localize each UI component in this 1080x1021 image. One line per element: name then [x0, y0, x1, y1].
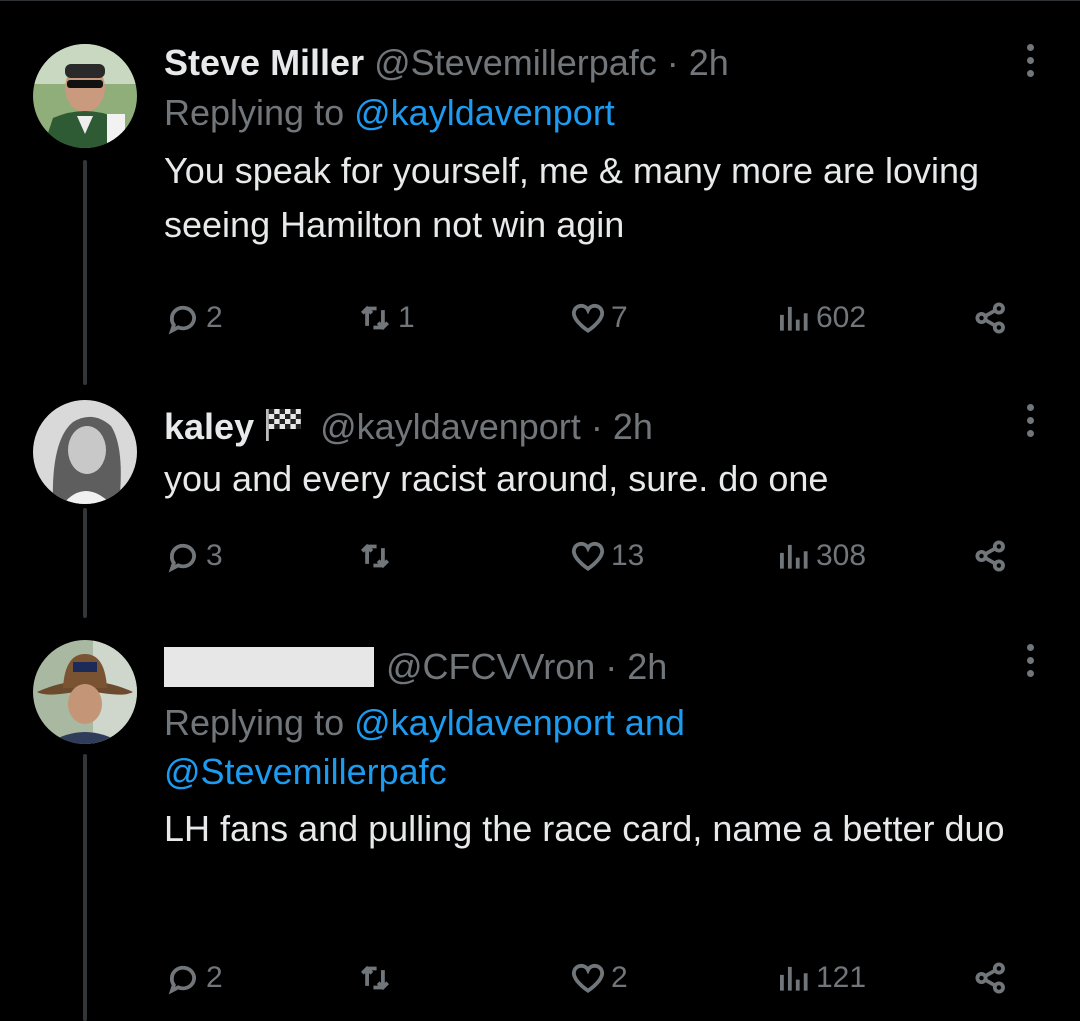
separator-dot: · — [666, 42, 679, 83]
checkered-flag-icon — [264, 407, 304, 450]
views-button[interactable]: 602 — [774, 296, 866, 340]
thread-connector — [83, 508, 87, 618]
thread-connector — [83, 160, 87, 385]
user-handle[interactable]: @CFCVVron — [386, 646, 595, 687]
reply-count: 2 — [206, 961, 223, 994]
like-button[interactable]: 2 — [569, 956, 628, 1000]
analytics-icon — [780, 544, 808, 569]
views-button[interactable]: 121 — [774, 956, 866, 1000]
retweet-icon — [360, 543, 390, 569]
reply-icon — [168, 543, 196, 573]
display-name[interactable]: Steve Miller — [164, 42, 364, 83]
view-count: 121 — [816, 961, 867, 994]
timestamp[interactable]: 2h — [627, 646, 667, 687]
share-button[interactable] — [972, 956, 1014, 1000]
like-button[interactable]: 7 — [569, 296, 628, 340]
reply-count: 2 — [206, 301, 223, 334]
share-button[interactable] — [972, 534, 1014, 578]
action-bar: 3 13 308 — [164, 534, 1024, 578]
avatar[interactable] — [33, 640, 137, 744]
analytics-icon — [780, 306, 808, 331]
retweet-icon — [360, 305, 390, 331]
share-icon — [975, 962, 1005, 994]
mention-link[interactable]: @kayldavenport and — [354, 702, 685, 743]
heart-icon — [571, 963, 605, 993]
thread-connector — [83, 754, 87, 1021]
redacted-display-name — [164, 647, 374, 687]
avatar[interactable] — [33, 400, 137, 504]
retweet-button[interactable]: 1 — [356, 296, 415, 340]
reply-count: 3 — [206, 539, 223, 572]
replying-to-line: Replying to @kayldavenport — [164, 92, 1020, 134]
user-handle[interactable]: @kayldavenport — [320, 406, 581, 447]
replying-to-line: Replying to @kayldavenport and @Stevemil… — [164, 702, 1020, 800]
display-name[interactable]: kaley — [164, 406, 254, 447]
user-handle[interactable]: @Stevemillerpafc — [374, 42, 657, 83]
share-icon — [975, 302, 1005, 334]
view-count: 602 — [816, 301, 867, 334]
tweet-text: You speak for yourself, me & many more a… — [164, 150, 980, 245]
replying-prefix: Replying to — [164, 702, 345, 743]
mention-link[interactable]: @kayldavenport — [354, 92, 615, 133]
timestamp[interactable]: 2h — [613, 406, 653, 447]
action-bar: 2 2 121 — [164, 956, 1024, 1000]
tweet-header: Steve Miller @Stevemillerpafc · 2h — [164, 42, 1020, 84]
more-options-icon[interactable] — [1020, 404, 1040, 444]
heart-icon — [571, 303, 605, 333]
retweet-button[interactable] — [356, 534, 398, 578]
reply-button[interactable]: 2 — [164, 956, 223, 1000]
like-count: 2 — [611, 961, 628, 994]
replying-prefix: Replying to — [164, 92, 345, 133]
analytics-icon — [780, 966, 808, 991]
like-button[interactable]: 13 — [569, 534, 644, 578]
tweet-header: @CFCVVron · 2h — [164, 646, 1020, 688]
like-count: 7 — [611, 301, 628, 334]
more-options-icon[interactable] — [1020, 644, 1040, 684]
avatar[interactable] — [33, 44, 137, 148]
reply-button[interactable]: 2 — [164, 296, 223, 340]
separator-dot: · — [605, 646, 618, 687]
timestamp[interactable]: 2h — [689, 42, 729, 83]
retweet-icon — [360, 965, 390, 991]
views-button[interactable]: 308 — [774, 534, 866, 578]
top-divider — [0, 0, 1080, 1]
tweet-text: you and every racist around, sure. do on… — [164, 458, 829, 499]
share-icon — [975, 540, 1005, 572]
reply-icon — [168, 305, 196, 335]
action-bar: 2 1 7 602 — [164, 296, 1024, 340]
reply-icon — [168, 965, 196, 995]
retweet-button[interactable] — [356, 956, 398, 1000]
like-count: 13 — [611, 539, 645, 572]
separator-dot: · — [590, 406, 603, 447]
tweet-text: LH fans and pulling the race card, name … — [164, 808, 1005, 849]
more-options-icon[interactable] — [1020, 44, 1040, 84]
tweet-header: kaley @kayldavenport · 2h — [164, 406, 1020, 450]
view-count: 308 — [816, 539, 867, 572]
retweet-count: 1 — [398, 301, 415, 334]
share-button[interactable] — [972, 296, 1014, 340]
heart-icon — [571, 541, 605, 571]
mention-link[interactable]: @Stevemillerpafc — [164, 751, 447, 792]
reply-button[interactable]: 3 — [164, 534, 223, 578]
